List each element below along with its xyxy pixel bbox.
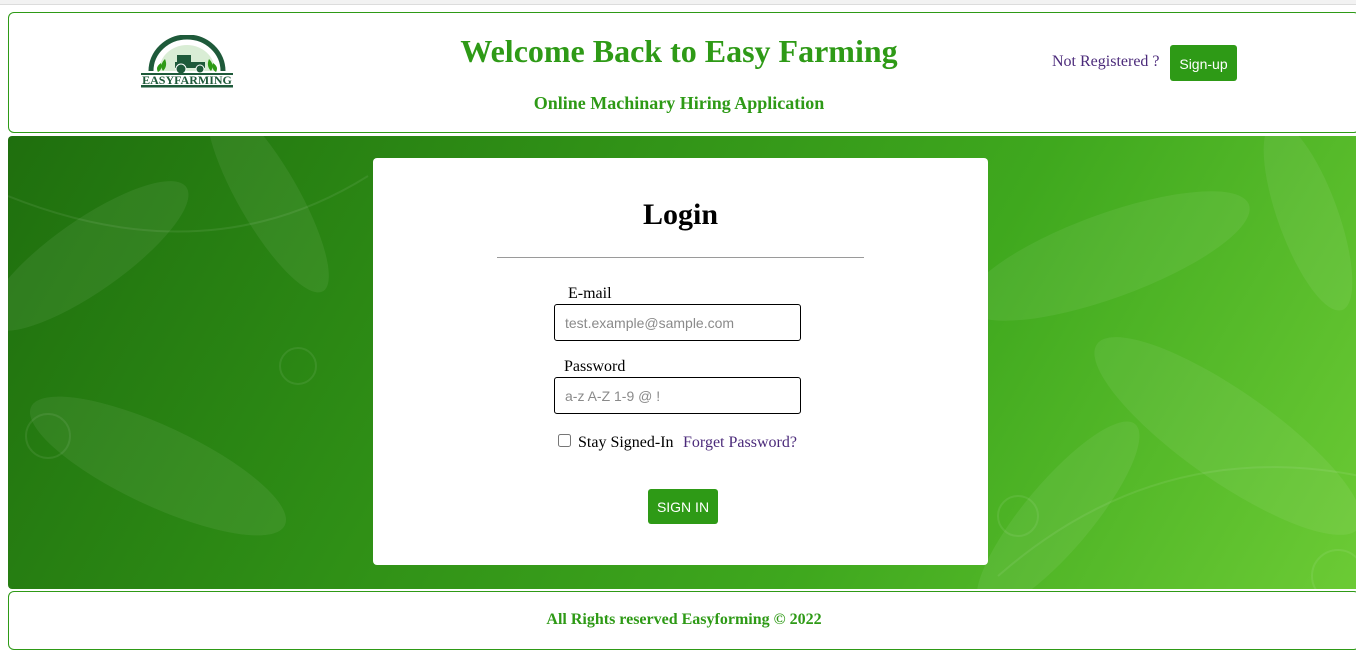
page-title: Welcome Back to Easy Farming xyxy=(460,33,898,69)
page-subtitle: Online Machinary Hiring Application xyxy=(533,93,825,113)
email-field[interactable] xyxy=(554,304,801,341)
login-divider xyxy=(497,257,864,258)
logo-text: EASYFARMING xyxy=(142,73,232,87)
password-field[interactable] xyxy=(554,377,801,414)
forget-password-link[interactable]: Forget Password? xyxy=(683,434,797,452)
signup-button[interactable]: Sign-up xyxy=(1170,45,1237,81)
easyfarming-logo[interactable]: EASYFARMING xyxy=(131,34,243,93)
site-header: EASYFARMING Welcome Back to Easy Farming… xyxy=(8,12,1356,133)
footer-copyright: All Rights reserved Easyforming © 2022 xyxy=(546,611,822,628)
signin-button[interactable]: SIGN IN xyxy=(648,489,718,524)
not-registered-text: Not Registered ? xyxy=(1052,53,1160,70)
login-card: Login E-mail Password Stay Signed-In For… xyxy=(373,158,988,565)
stay-signed-in-checkbox[interactable] xyxy=(558,434,571,447)
site-footer: All Rights reserved Easyforming © 2022 xyxy=(8,591,1356,650)
login-title: Login xyxy=(642,198,719,231)
password-label: Password xyxy=(564,358,626,375)
stay-signed-in-label: Stay Signed-In xyxy=(578,434,674,451)
browser-top-strip xyxy=(0,0,1356,5)
email-label: E-mail xyxy=(568,285,612,302)
tractor-logo-icon: EASYFARMING xyxy=(141,34,233,88)
